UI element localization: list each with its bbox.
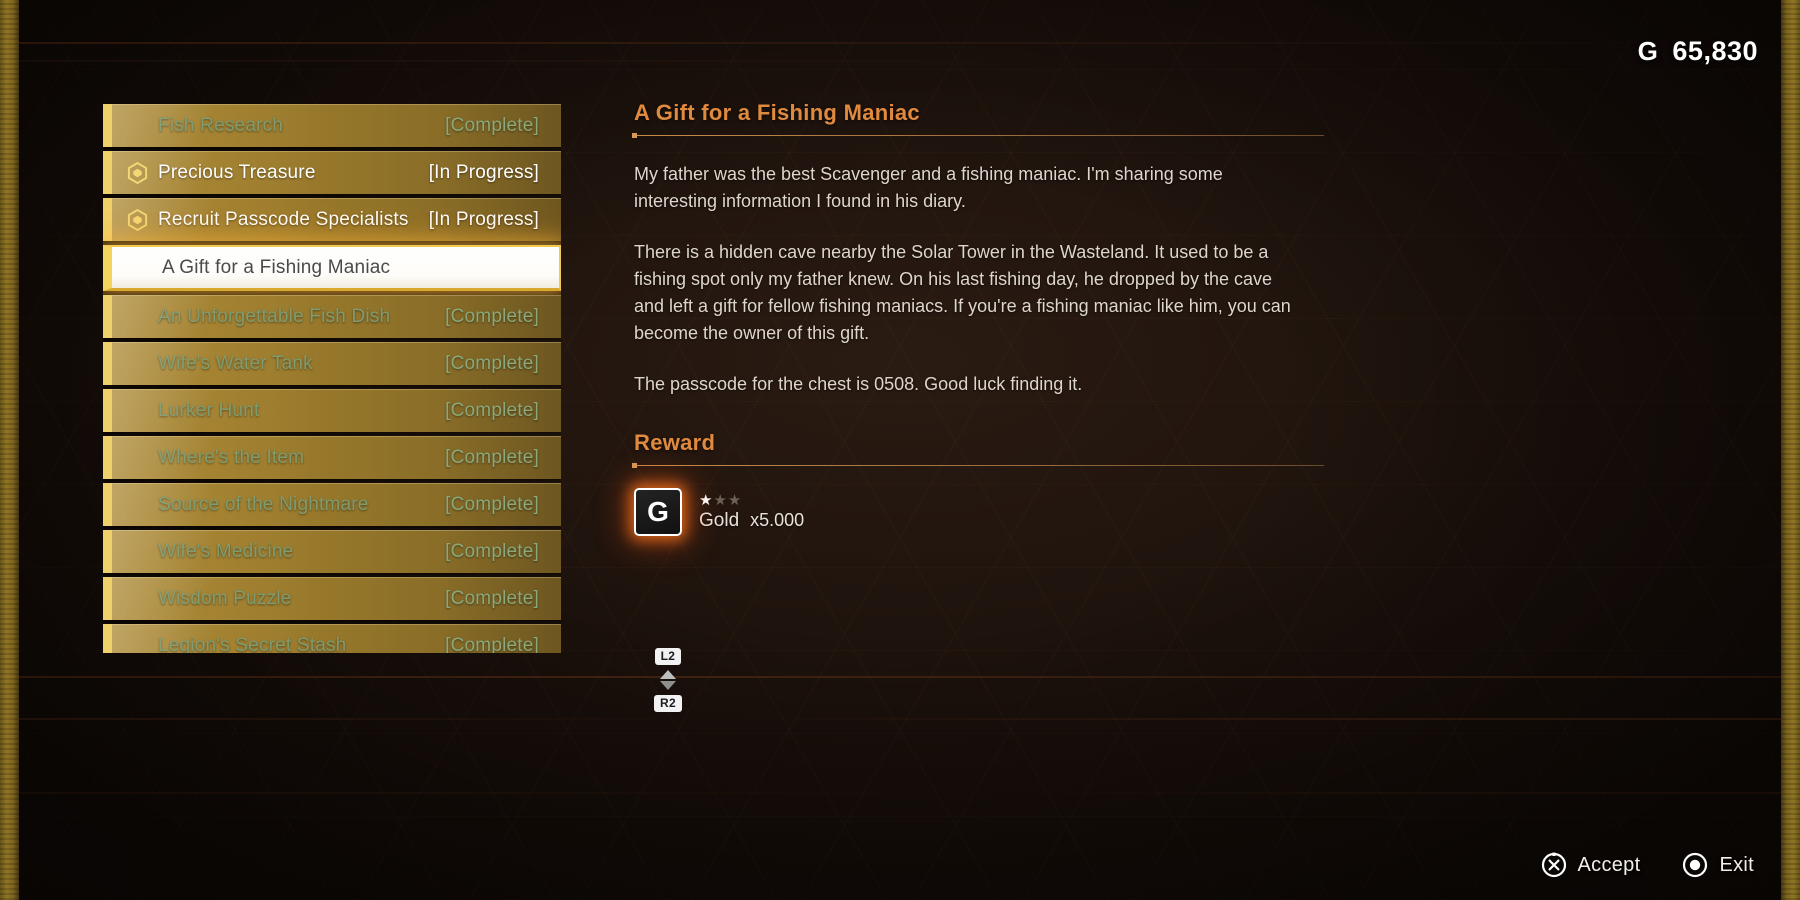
quest-status: [In Progress]: [428, 208, 539, 230]
reward-meta: ★ ★ ★ Gold x5.000: [699, 493, 804, 532]
quest-row-9[interactable]: Wife's Medicine [Complete]: [103, 530, 561, 573]
reward-item[interactable]: G ★ ★ ★ Gold x5.000: [634, 488, 1324, 536]
quest-detail-title: A Gift for a Fishing Maniac: [634, 100, 920, 125]
quest-name: A Gift for a Fishing Maniac: [162, 256, 391, 278]
background-streak: [0, 42, 1800, 44]
quest-description: My father was the best Scavenger and a f…: [634, 161, 1296, 398]
reward-quantity: x5.000: [750, 509, 805, 530]
scroll-arrows-icon: [659, 670, 676, 690]
quest-status: [Complete]: [445, 493, 539, 515]
background-streak: [0, 792, 1800, 794]
reward-divider: [632, 463, 1324, 468]
rarity-stars: ★ ★ ★: [699, 493, 804, 508]
quest-status: [Complete]: [445, 587, 539, 609]
frame-band-right: [1781, 0, 1800, 900]
quest-name: Where's the Item: [158, 446, 305, 468]
description-paragraph-0: My father was the best Scavenger and a f…: [634, 164, 1223, 211]
quest-row-0[interactable]: Fish Research [Complete]: [103, 104, 561, 147]
quest-status: [Complete]: [445, 446, 539, 468]
gold-currency-icon: G: [1637, 36, 1659, 66]
star-icon: ★: [727, 491, 742, 509]
trigger-key-r2[interactable]: R2: [654, 695, 682, 712]
quest-name: Wife's Water Tank: [158, 352, 313, 374]
quest-name: Fish Research: [158, 114, 284, 136]
gold-currency-icon: G: [634, 488, 682, 536]
reward-name-row: Gold x5.000: [699, 510, 804, 532]
quest-detail-panel: A Gift for a Fishing Maniac My father wa…: [632, 100, 1324, 536]
quest-row-5[interactable]: Wife's Water Tank [Complete]: [103, 342, 561, 385]
background-streak: [0, 60, 1800, 62]
hexagon-icon: [126, 208, 149, 231]
prompt-exit[interactable]: Exit: [1682, 852, 1754, 878]
quest-row-4[interactable]: An Unforgettable Fish Dish [Complete]: [103, 295, 561, 338]
prompt-accept[interactable]: Accept: [1541, 852, 1641, 878]
trigger-key-l2[interactable]: L2: [654, 648, 682, 665]
quest-status: [Complete]: [445, 540, 539, 562]
star-icon: ★: [713, 491, 727, 509]
quest-name: Wife's Medicine: [158, 540, 294, 562]
reward-heading: Reward: [634, 430, 716, 455]
scroll-hint[interactable]: L2 R2: [654, 648, 682, 712]
currency-amount: 65,830: [1672, 36, 1758, 66]
reward-name: Gold: [699, 509, 740, 531]
reward-icon-glyph: G: [647, 496, 669, 527]
description-paragraph-2: The passcode for the chest is 0508. Good…: [634, 374, 1083, 394]
arrow-down-icon: [659, 681, 676, 690]
quest-row-8[interactable]: Source of the Nightmare [Complete]: [103, 483, 561, 526]
quest-status: [Complete]: [445, 305, 539, 327]
quest-row-11[interactable]: Legion's Secret Stash [Complete]: [103, 624, 561, 653]
quest-status: [In Progress]: [428, 161, 539, 183]
quest-status: [Complete]: [445, 399, 539, 421]
title-divider: [632, 133, 1324, 138]
quest-row-2[interactable]: Recruit Passcode Specialists [In Progress…: [103, 198, 561, 241]
arrow-up-icon: [659, 670, 676, 679]
quest-name: An Unforgettable Fish Dish: [158, 305, 391, 327]
background-streak: [0, 718, 1800, 720]
quest-name: Wisdom Puzzle: [158, 587, 292, 609]
quest-name: Source of the Nightmare: [158, 493, 369, 515]
quest-status: [Complete]: [445, 634, 539, 654]
quest-name: Precious Treasure: [158, 161, 316, 183]
quest-status: [Complete]: [445, 352, 539, 374]
quest-row-7[interactable]: Where's the Item [Complete]: [103, 436, 561, 479]
playstation-cross-icon: [1541, 852, 1567, 878]
quest-log-screen: G 65,830 Fish Research [Complete] Preciou…: [0, 0, 1800, 900]
quest-list[interactable]: Fish Research [Complete] Precious Treasur…: [103, 104, 561, 653]
frame-band-left: [0, 0, 19, 900]
quest-row-6[interactable]: Lurker Hunt [Complete]: [103, 389, 561, 432]
currency-display: G 65,830: [1638, 36, 1758, 67]
footer-button-prompts: Accept Exit: [1541, 852, 1755, 878]
quest-status: [Complete]: [445, 114, 539, 136]
quest-row-1[interactable]: Precious Treasure [In Progress]: [103, 151, 561, 194]
quest-name: Legion's Secret Stash: [158, 634, 347, 654]
hexagon-icon: [126, 161, 149, 184]
playstation-circle-icon: [1682, 852, 1708, 878]
star-icon: ★: [699, 491, 713, 509]
prompt-label: Accept: [1577, 853, 1641, 876]
description-paragraph-1: There is a hidden cave nearby the Solar …: [634, 242, 1291, 343]
background-streak: [0, 676, 1800, 678]
quest-name: Lurker Hunt: [158, 399, 260, 421]
prompt-label: Exit: [1719, 853, 1754, 876]
quest-name: Recruit Passcode Specialists: [158, 208, 409, 230]
quest-row-10[interactable]: Wisdom Puzzle [Complete]: [103, 577, 561, 620]
quest-row-selected[interactable]: A Gift for a Fishing Maniac: [103, 245, 561, 291]
